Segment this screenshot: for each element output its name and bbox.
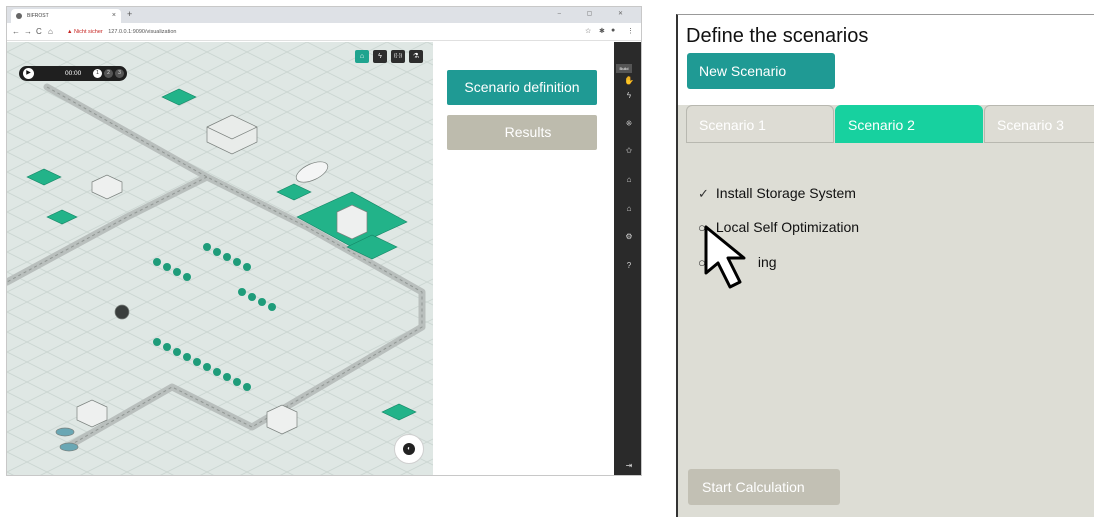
results-button[interactable]: Results xyxy=(447,115,597,150)
speed-3-button[interactable]: 3 xyxy=(115,69,124,78)
play-icon[interactable]: ▶ xyxy=(23,68,34,79)
warning-icon: ▲ xyxy=(67,29,73,35)
star-icon[interactable]: ✩ xyxy=(622,145,636,157)
extension-icon[interactable]: ✱ xyxy=(599,27,605,35)
help-icon[interactable]: ? xyxy=(622,260,636,272)
new-tab-button[interactable]: + xyxy=(127,9,132,19)
tab-scenario-1[interactable]: Scenario 1 xyxy=(686,105,834,143)
build-label: Build xyxy=(616,64,632,73)
page-viewport: ▶ 00:00 1 2 3 ⌂ ϟ ((·)) ⚗ ◐ Scenario def… xyxy=(7,42,641,475)
thermometer-layer-icon[interactable]: ⚗ xyxy=(409,50,423,63)
isometric-map-graphic xyxy=(7,42,433,475)
browser-tab[interactable]: BIFROST × xyxy=(11,9,121,23)
close-tab-icon[interactable]: × xyxy=(112,12,116,19)
url-field[interactable]: ▲ Nicht sicher 127.0.0.1:9090/visualizat… xyxy=(67,26,587,38)
option-install-storage[interactable]: ✓ Install Storage System xyxy=(698,185,856,202)
compass-icon: ◐ xyxy=(403,443,415,455)
tab-scenario-2[interactable]: Scenario 2 xyxy=(835,105,983,143)
profile-icon[interactable]: ● xyxy=(611,27,615,34)
panel-header: Define the scenarios New Scenario xyxy=(678,15,1094,105)
mouse-pointer-icon xyxy=(704,225,746,289)
build-toolbar: Build ✋ ϟ ⁜ ✩ ⌂ ⌂ ⚙ ? ⇥ xyxy=(614,42,641,475)
city-map[interactable]: ▶ 00:00 1 2 3 ⌂ ϟ ((·)) ⚗ ◐ xyxy=(7,42,433,475)
new-scenario-button[interactable]: New Scenario xyxy=(687,53,835,89)
favicon-icon xyxy=(16,13,22,19)
factory-icon[interactable]: ⌂ xyxy=(622,174,636,186)
scenario-definition-panel: Define the scenarios New Scenario Scenar… xyxy=(676,14,1094,517)
menu-icon[interactable]: ⋮ xyxy=(627,27,634,35)
star-icon[interactable]: ☆ xyxy=(585,27,591,35)
url-text: 127.0.0.1:9090/visualization xyxy=(108,29,177,35)
signal-layer-icon[interactable]: ((·)) xyxy=(391,50,405,63)
logout-icon[interactable]: ⇥ xyxy=(622,460,636,472)
power-plug-icon[interactable]: ϟ xyxy=(622,90,636,102)
speed-2-button[interactable]: 2 xyxy=(104,69,113,78)
power-layer-icon[interactable]: ϟ xyxy=(373,50,387,63)
map-tool-group: ⌂ ϟ ((·)) ⚗ xyxy=(355,50,425,63)
simulation-playbar: ▶ 00:00 1 2 3 xyxy=(19,66,127,81)
home-icon[interactable]: ⌂ xyxy=(48,27,53,36)
not-secure-label: Nicht sicher xyxy=(73,29,103,35)
checkmark-icon: ✓ xyxy=(698,186,709,201)
sim-clock: 00:00 xyxy=(65,70,82,77)
panel-title: Define the scenarios xyxy=(686,25,869,47)
back-icon[interactable]: ← xyxy=(12,27,20,36)
tab-scenario-3[interactable]: Scenario 3 xyxy=(984,105,1094,143)
speed-1-button[interactable]: 1 xyxy=(93,69,102,78)
scenario-side-panel: Scenario definition Results xyxy=(447,70,599,150)
browser-window: BIFROST × + – ▢ ✕ ← → C ⌂ ▲ Nicht sicher… xyxy=(6,6,642,476)
tab-title: BIFROST xyxy=(27,13,49,19)
scenario-definition-button[interactable]: Scenario definition xyxy=(447,70,597,105)
buildings-layer-icon[interactable]: ⌂ xyxy=(355,50,369,63)
window-controls[interactable]: – ▢ ✕ xyxy=(558,10,635,17)
sun-icon[interactable]: ⁜ xyxy=(622,118,636,130)
reload-icon[interactable]: C xyxy=(36,27,42,36)
option-label: Install Storage System xyxy=(715,185,856,201)
hand-icon[interactable]: ✋ xyxy=(622,75,636,87)
settings-icon[interactable]: ⚙ xyxy=(622,231,636,243)
forward-icon[interactable]: → xyxy=(24,27,32,36)
house-icon[interactable]: ⌂ xyxy=(622,203,636,215)
start-calculation-button[interactable]: Start Calculation xyxy=(688,469,840,505)
scenario-tabs: Scenario 1 Scenario 2 Scenario 3 xyxy=(686,105,1094,143)
address-bar: ← → C ⌂ ▲ Nicht sicher 127.0.0.1:9090/vi… xyxy=(7,23,641,41)
tab-strip: BIFROST × + – ▢ ✕ xyxy=(7,7,641,23)
camera-rotate-control[interactable]: ◐ xyxy=(394,434,424,464)
